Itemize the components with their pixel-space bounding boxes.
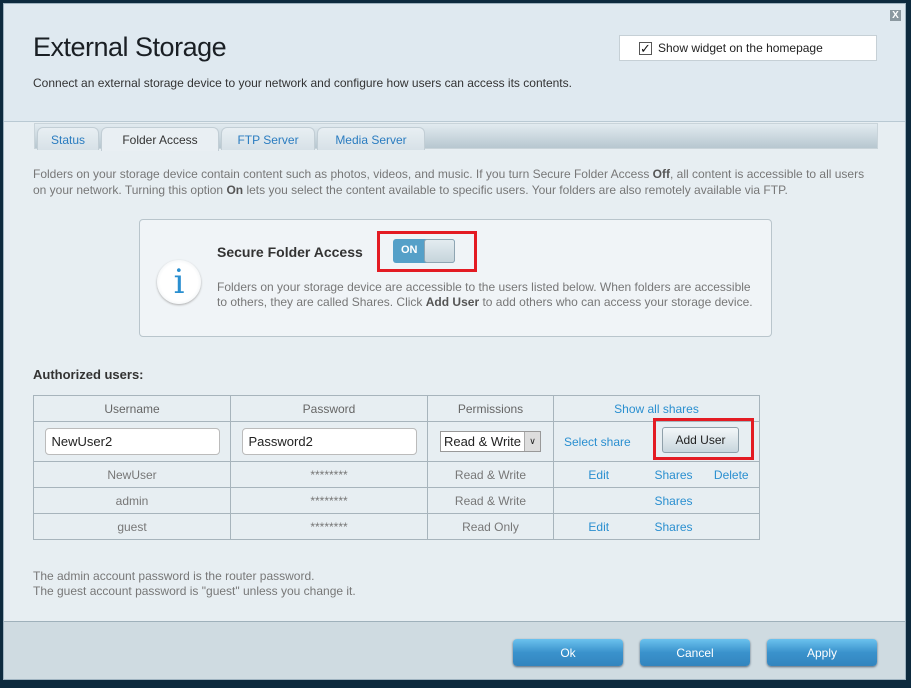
username-input[interactable] [44,428,220,455]
password-cell: ******** [230,461,428,488]
dialog-footer: Ok Cancel Apply [4,621,905,679]
table-row: NewUser ******** Read & Write Edit Share… [33,461,760,488]
select-share-link[interactable]: Select share [564,435,631,449]
col-password: Password [230,395,428,422]
password-cell: ******** [230,487,428,514]
show-all-shares-link[interactable]: Show all shares [614,402,699,416]
username-cell: guest [33,513,231,540]
chevron-down-icon: ∨ [524,432,541,451]
toggle-knob[interactable] [424,239,455,263]
permissions-select[interactable]: Read & Write ∨ [439,431,542,452]
tab-bar: Status Folder Access FTP Server Media Se… [34,123,878,151]
tab-ftp-server[interactable]: FTP Server [221,127,315,150]
secure-folder-access-toggle[interactable]: ON [393,239,455,263]
info-icon: i [157,260,201,304]
table-row: admin ******** Read & Write Shares [33,487,760,514]
permission-cell: Read Only [427,513,554,540]
page-subtitle: Connect an external storage device to yo… [33,76,572,90]
toggle-state: ON [401,244,418,256]
show-widget-label: Show widget on the homepage [658,41,823,55]
permission-cell: Read & Write [427,461,554,488]
delete-link[interactable]: Delete [714,468,749,482]
shares-link[interactable]: Shares [654,468,692,482]
shares-link[interactable]: Shares [654,494,692,508]
add-user-button[interactable]: Add User [662,427,739,453]
tab-folder-access[interactable]: Folder Access [101,127,219,151]
ok-button[interactable]: Ok [513,639,623,666]
dialog-header: X External Storage Connect an external s… [4,4,905,122]
tab-status[interactable]: Status [37,127,99,150]
col-username: Username [33,395,231,422]
edit-link[interactable]: Edit [588,468,609,482]
guest-note: The guest account password is "guest" un… [33,584,356,598]
admin-note: The admin account password is the router… [33,569,315,583]
edit-link[interactable]: Edit [588,520,609,534]
page-title: External Storage [33,32,227,62]
users-table: Username Password Permissions Show all s… [33,395,760,540]
col-permissions: Permissions [427,395,554,422]
secure-folder-access-label: Secure Folder Access [217,244,363,260]
tab-media-server[interactable]: Media Server [317,127,425,150]
table-row: guest ******** Read Only Edit Shares [33,513,760,540]
secure-folder-access-panel: i Secure Folder Access ON Folders on you… [139,219,772,337]
permission-cell: Read & Write [427,487,554,514]
password-cell: ******** [230,513,428,540]
intro-text: Folders on your storage device contain c… [33,167,865,197]
cancel-button[interactable]: Cancel [640,639,750,666]
secure-description: Folders on your storage device are acces… [217,280,753,309]
username-cell: admin [33,487,231,514]
authorized-users-heading: Authorized users: [33,367,144,382]
show-widget-checkbox[interactable]: ✓ [639,42,652,55]
show-widget-option[interactable]: ✓ Show widget on the homepage [619,35,877,61]
close-icon[interactable]: X [890,10,901,21]
password-notes: The admin account password is the router… [33,569,356,599]
username-cell: NewUser [33,461,231,488]
apply-button[interactable]: Apply [767,639,877,666]
shares-link[interactable]: Shares [654,520,692,534]
external-storage-dialog: X External Storage Connect an external s… [3,3,906,680]
password-input[interactable] [241,428,417,455]
